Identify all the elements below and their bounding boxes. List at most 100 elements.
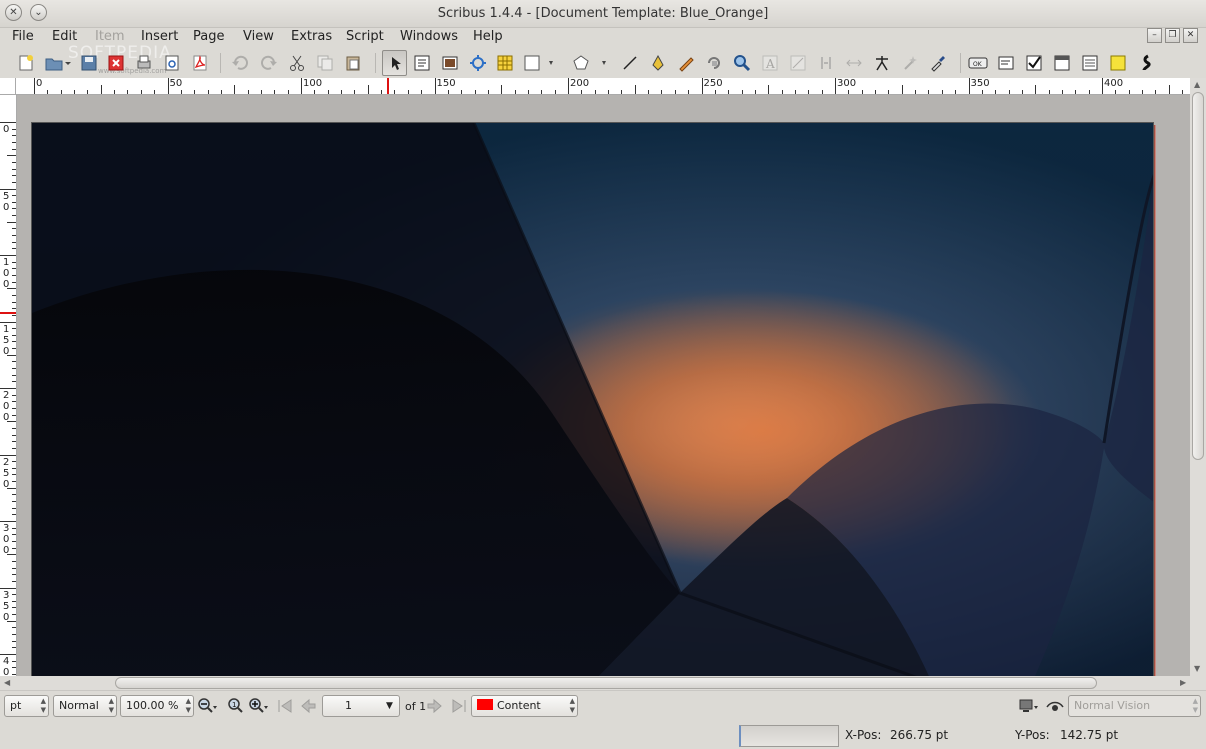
- shape-button[interactable]: [522, 52, 556, 74]
- zoom-100-button[interactable]: 1: [225, 697, 245, 715]
- ruler-tick: [12, 614, 16, 616]
- cut-button[interactable]: [286, 52, 308, 74]
- zoom-in-button[interactable]: [248, 697, 268, 715]
- image-frame-button[interactable]: [439, 52, 461, 74]
- menu-script[interactable]: Script: [346, 29, 384, 44]
- bezier-curve-button[interactable]: [647, 52, 669, 74]
- menu-view[interactable]: View: [243, 29, 274, 44]
- vertical-ruler[interactable]: 0 50 100 150 200 250 300 350 400: [0, 95, 17, 676]
- pdf-push-button-button[interactable]: OK: [967, 52, 989, 74]
- ruler-tick: [0, 454, 16, 456]
- image-quality-select[interactable]: Normal ▲ ▼: [53, 695, 117, 717]
- line-button[interactable]: [619, 52, 641, 74]
- eye-dropper-button[interactable]: [927, 52, 949, 74]
- vision-toggle-button[interactable]: [1045, 697, 1065, 715]
- redo-button[interactable]: [258, 52, 280, 74]
- document-page[interactable]: [31, 122, 1154, 676]
- close-document-button[interactable]: [105, 52, 127, 74]
- copy-properties-button[interactable]: [871, 52, 893, 74]
- ruler-tick: [7, 221, 16, 223]
- link-text-frames-button[interactable]: [787, 52, 809, 74]
- save-button[interactable]: [78, 52, 100, 74]
- horizontal-ruler[interactable]: 0501001502002503003504004505005506006507…: [16, 78, 1190, 95]
- new-document-button[interactable]: [15, 52, 37, 74]
- minimize-icon: –: [1152, 30, 1157, 40]
- unlink-text-frames-button[interactable]: [815, 52, 837, 74]
- ruler-tick: [661, 90, 663, 94]
- print-button[interactable]: [133, 52, 155, 74]
- menu-extras[interactable]: Extras: [291, 29, 332, 44]
- first-page-icon: [278, 699, 292, 713]
- document-minimize-button[interactable]: –: [1147, 28, 1162, 43]
- text-frame-button[interactable]: [411, 52, 433, 74]
- menu-file[interactable]: File: [12, 29, 34, 44]
- unit-select[interactable]: pt ▲ ▼: [4, 695, 49, 717]
- zoom-button[interactable]: [731, 52, 753, 74]
- render-frame-button[interactable]: [467, 52, 489, 74]
- edit-text-button[interactable]: A: [759, 52, 781, 74]
- spinner-arrows-icon[interactable]: ▲ ▼: [109, 697, 114, 715]
- previous-page-button[interactable]: [298, 697, 318, 715]
- preflight-verifier-button[interactable]: [161, 52, 183, 74]
- link-annotation-button[interactable]: [1135, 52, 1157, 74]
- pdf-checkbox-button[interactable]: [1023, 52, 1045, 74]
- next-page-button[interactable]: [425, 697, 445, 715]
- vertical-scrollbar[interactable]: ▲ ▼: [1190, 78, 1206, 676]
- scroll-left-arrow-icon[interactable]: ◀: [4, 678, 10, 687]
- polygon-button[interactable]: [570, 52, 612, 74]
- document-canvas[interactable]: [17, 95, 1190, 676]
- menu-item[interactable]: Item: [95, 29, 125, 44]
- menu-insert[interactable]: Insert: [141, 29, 178, 44]
- copy-item-properties-button[interactable]: [899, 52, 921, 74]
- menu-edit[interactable]: Edit: [52, 29, 77, 44]
- horizontal-scroll-thumb[interactable]: [115, 677, 1097, 689]
- export-pdf-button[interactable]: [189, 52, 211, 74]
- freehand-line-button[interactable]: [675, 52, 697, 74]
- ruler-tick: [12, 481, 16, 483]
- page-number-select[interactable]: 1 ▼: [322, 695, 400, 717]
- last-page-button[interactable]: [449, 697, 469, 715]
- text-annotation-button[interactable]: [1107, 52, 1129, 74]
- layer-select[interactable]: Content ▲ ▼: [471, 695, 578, 717]
- menu-page[interactable]: Page: [193, 29, 224, 44]
- ruler-tick: [12, 647, 16, 649]
- menu-windows[interactable]: Windows: [400, 29, 458, 44]
- select-item-button[interactable]: [382, 50, 407, 76]
- zoom-input[interactable]: 100.00 % ▲ ▼: [120, 695, 194, 717]
- pdf-list-box-button[interactable]: [1079, 52, 1101, 74]
- vertical-scroll-thumb[interactable]: [1192, 92, 1204, 460]
- scroll-right-arrow-icon[interactable]: ▶: [1180, 678, 1186, 687]
- first-page-button[interactable]: [275, 697, 295, 715]
- ruler-tick: [140, 90, 142, 94]
- ruler-tick: [1128, 90, 1130, 94]
- rotate-item-button[interactable]: [703, 52, 725, 74]
- pdf-text-field-button[interactable]: [995, 52, 1017, 74]
- horizontal-scrollbar[interactable]: ◀ ▶: [0, 676, 1206, 690]
- preview-mode-button[interactable]: [1018, 697, 1038, 715]
- zoom-out-button[interactable]: [197, 697, 217, 715]
- vision-select[interactable]: Normal Vision ▲ ▼: [1068, 695, 1201, 717]
- ruler-tick: [741, 90, 743, 94]
- measurements-button[interactable]: [843, 52, 865, 74]
- undo-button[interactable]: [229, 52, 251, 74]
- menu-help[interactable]: Help: [473, 29, 503, 44]
- spinner-arrows-icon[interactable]: ▲ ▼: [186, 697, 191, 715]
- ruler-tick: [875, 90, 877, 94]
- ruler-tick: [12, 534, 16, 536]
- image-frame-icon: [442, 56, 458, 70]
- ruler-tick: [381, 90, 383, 94]
- document-close-button[interactable]: ✕: [1183, 28, 1198, 43]
- scroll-up-arrow-icon[interactable]: ▲: [1194, 80, 1200, 89]
- spinner-arrows-icon[interactable]: ▲ ▼: [570, 697, 575, 715]
- spinner-arrows-icon[interactable]: ▲ ▼: [41, 697, 46, 715]
- open-document-button[interactable]: [44, 52, 72, 74]
- ruler-label: 100: [303, 78, 323, 89]
- spinner-arrows-icon[interactable]: ▲ ▼: [1193, 697, 1198, 715]
- pdf-combo-box-button[interactable]: [1051, 52, 1073, 74]
- document-restore-button[interactable]: ❐: [1165, 28, 1180, 43]
- paste-button[interactable]: [342, 52, 364, 74]
- ruler-corner[interactable]: [0, 78, 16, 95]
- scroll-down-arrow-icon[interactable]: ▼: [1194, 664, 1200, 673]
- copy-button[interactable]: [314, 52, 336, 74]
- table-button[interactable]: [494, 52, 516, 74]
